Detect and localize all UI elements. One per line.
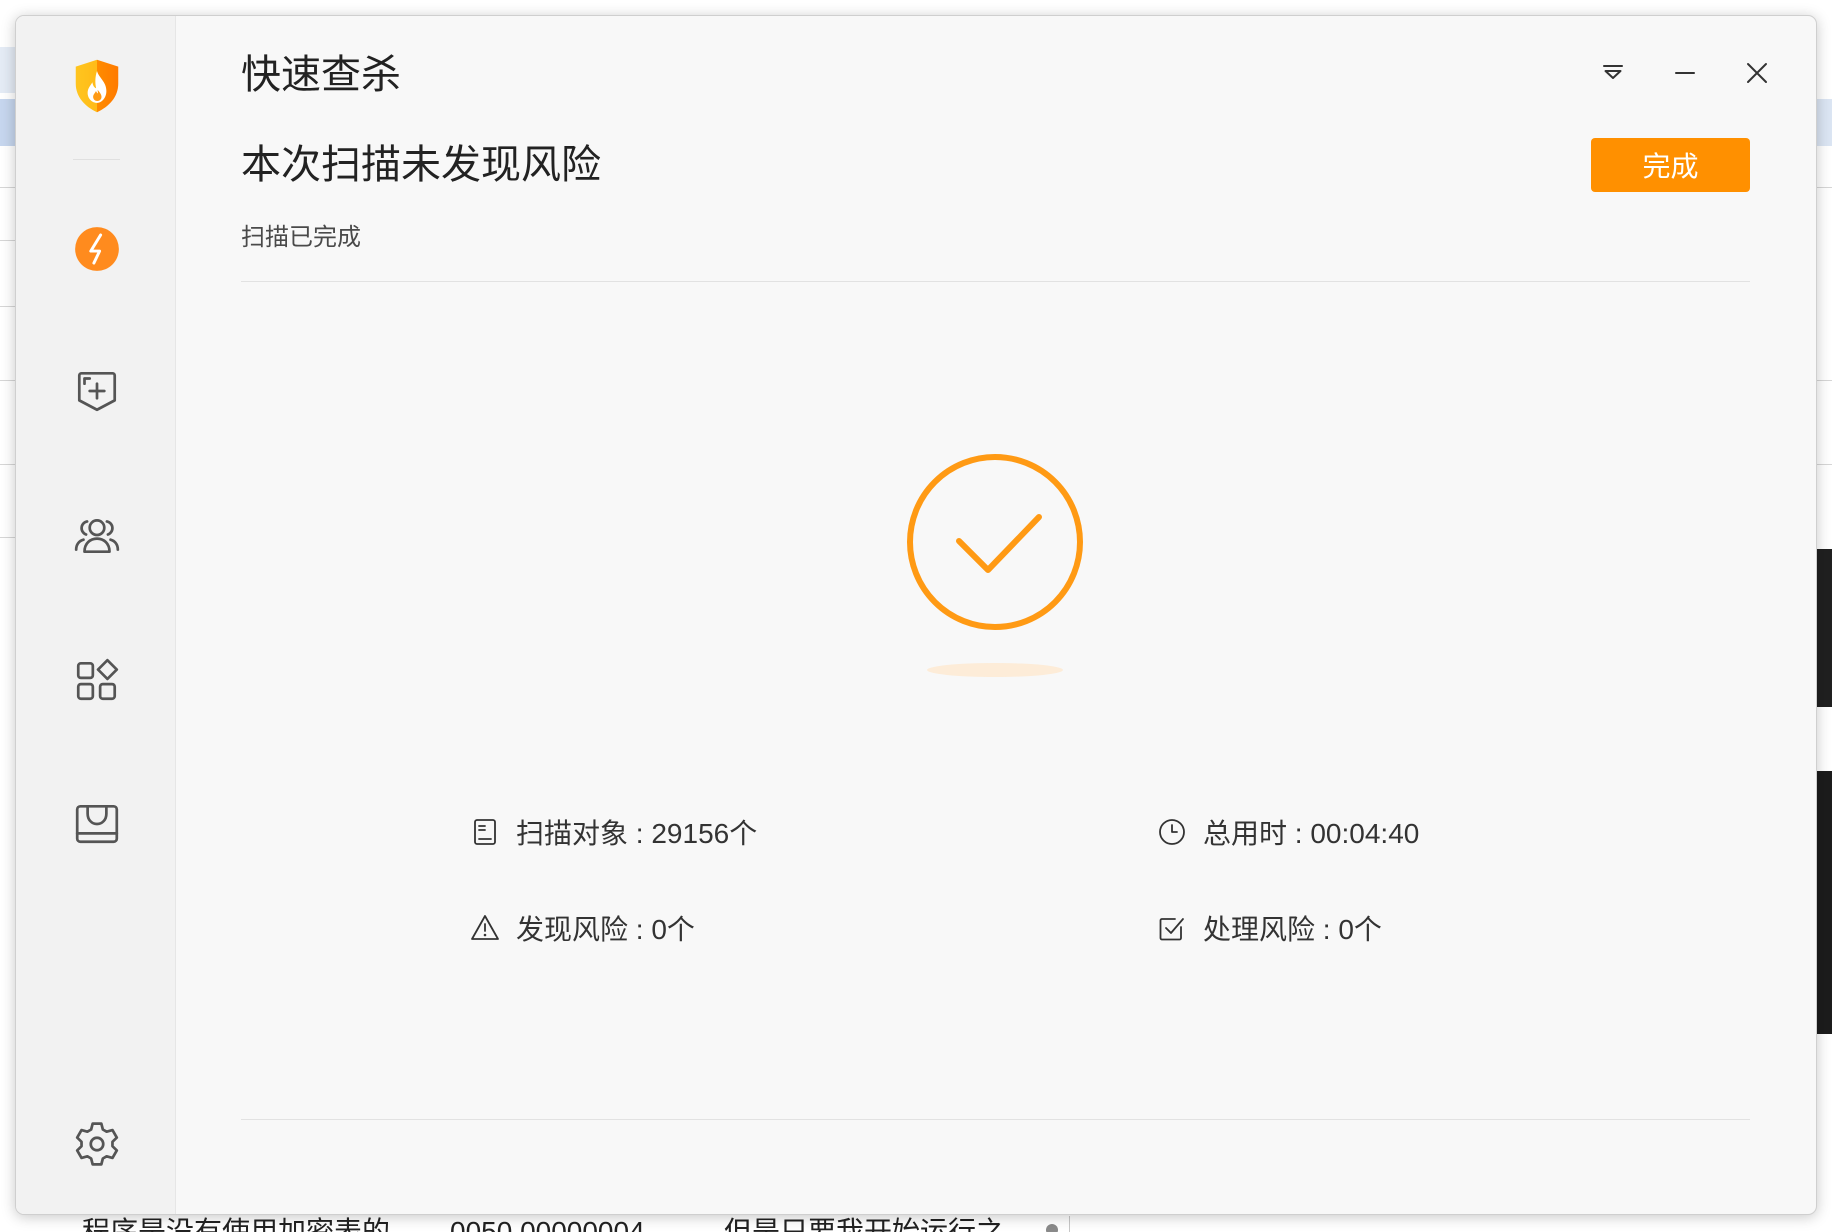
- stat-separator: :: [628, 914, 652, 945]
- stat-separator: :: [628, 818, 652, 849]
- lightning-icon: [75, 227, 119, 271]
- people-icon: [74, 519, 120, 554]
- checkbox-icon: [1159, 918, 1184, 941]
- stat-text: 处理风险 : 0个: [1203, 908, 1382, 948]
- close-icon: [1747, 63, 1767, 83]
- header-divider: [241, 281, 1750, 282]
- background-header-band-right: [1817, 99, 1832, 146]
- quick-scan-window: 快速查杀 本次扫描未发现风险 完成 扫描已完成 扫描对象: 29156个 总用…: [15, 15, 1817, 1215]
- background-row-line: [0, 537, 15, 538]
- sidebar: [16, 16, 176, 1214]
- done-button[interactable]: 完成: [1591, 138, 1750, 192]
- sidebar-divider: [73, 159, 120, 160]
- check-circle-icon: [907, 454, 1083, 630]
- background-dark-panel: [1817, 771, 1832, 1034]
- sidebar-item-quick-scan[interactable]: [67, 219, 127, 279]
- stat-label: 总用时: [1203, 818, 1288, 849]
- stat-label: 发现风险: [516, 914, 629, 945]
- stat-separator: :: [1287, 818, 1311, 849]
- sidebar-item-tray[interactable]: [67, 794, 127, 854]
- close-button[interactable]: [1737, 53, 1777, 93]
- stat-value: 0个: [651, 914, 695, 945]
- check-circle-shadow: [927, 663, 1063, 677]
- stat-value: 29156个: [651, 818, 758, 849]
- shield-flame-logo-icon: [75, 59, 119, 113]
- background-row-line: [1817, 464, 1832, 465]
- stat-text: 总用时 : 00:04:40: [1203, 812, 1419, 852]
- tray-icon: [75, 804, 119, 844]
- dropdown-menu-button[interactable]: [1593, 53, 1633, 93]
- background-text: 但是只要我开始运行之: [724, 1216, 1005, 1232]
- background-row-line: [0, 187, 15, 188]
- stat-value: 00:04:40: [1310, 818, 1420, 849]
- background-text: 0050 00000004: [450, 1216, 645, 1232]
- stat-value: 0个: [1338, 914, 1382, 945]
- window-title: 快速查杀: [241, 53, 401, 97]
- background-divider: [1069, 1216, 1070, 1232]
- background-bottom-text-row: 程序是没有使用加密表的 0050 00000004 但是只要我开始运行之: [0, 1216, 1832, 1232]
- background-header-band: [0, 47, 15, 93]
- document-icon: [474, 819, 496, 845]
- background-row-line: [0, 240, 15, 241]
- sidebar-item-protection[interactable]: [67, 361, 127, 421]
- minimize-icon: [1675, 72, 1695, 74]
- minimize-button[interactable]: [1665, 53, 1705, 93]
- background-dark-panel: [1817, 549, 1832, 707]
- stat-risks-found: 发现风险 : 0个: [470, 908, 695, 948]
- stat-risks-handled: 处理风险 : 0个: [1157, 908, 1382, 948]
- scan-status-text: 扫描已完成: [241, 224, 361, 251]
- clock-icon: [1159, 819, 1185, 845]
- footer-divider: [241, 1119, 1750, 1120]
- background-row-line: [1817, 187, 1832, 188]
- main-panel: 快速查杀 本次扫描未发现风险 完成 扫描已完成 扫描对象: 29156个 总用…: [176, 16, 1816, 1214]
- stat-text: 发现风险 : 0个: [516, 908, 695, 948]
- result-heading: 本次扫描未发现风险: [241, 143, 601, 187]
- stat-label: 扫描对象: [516, 818, 629, 849]
- background-tab-highlight: [0, 99, 15, 146]
- apps-icon: [76, 658, 119, 701]
- background-scroll-knob: [1046, 1224, 1058, 1232]
- shield-plus-icon: [77, 371, 117, 412]
- dropdown-menu-icon: [1603, 65, 1623, 79]
- warning-icon: [471, 915, 499, 940]
- stat-separator: :: [1315, 914, 1339, 945]
- sidebar-item-accounts[interactable]: [67, 505, 127, 565]
- settings-button[interactable]: [67, 1114, 127, 1174]
- background-row-line: [0, 380, 15, 381]
- stat-label: 处理风险: [1203, 914, 1316, 945]
- gear-icon: [75, 1122, 119, 1166]
- background-row-line: [0, 306, 15, 307]
- sidebar-item-apps[interactable]: [67, 651, 127, 711]
- stat-total-time: 总用时 : 00:04:40: [1157, 812, 1419, 852]
- stat-scanned-objects: 扫描对象 : 29156个: [470, 812, 757, 852]
- stat-text: 扫描对象 : 29156个: [516, 812, 757, 852]
- background-row-line: [0, 464, 15, 465]
- background-row-line: [1817, 380, 1832, 381]
- background-text: 程序是没有使用加密表的: [82, 1216, 391, 1232]
